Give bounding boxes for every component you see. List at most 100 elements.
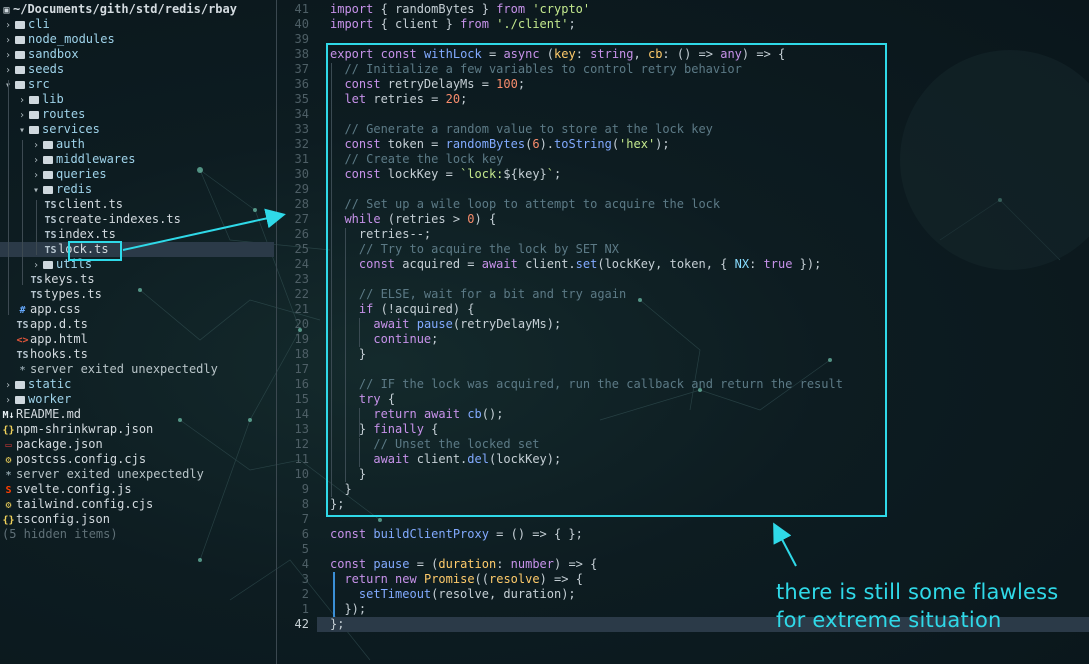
tree-file[interactable]: Ssvelte.config.js — [0, 482, 274, 497]
code-token: 'crypto' — [532, 2, 591, 16]
folder-icon — [43, 141, 53, 149]
tree-folder[interactable]: › worker — [0, 392, 274, 407]
chevron-down-icon[interactable]: ▾ — [16, 123, 28, 138]
code-line[interactable]: setTimeout(resolve, duration); — [330, 587, 576, 602]
line-number: 18 — [294, 347, 309, 361]
highlight-box-withlock-function — [326, 43, 887, 517]
code-token: import — [330, 17, 374, 31]
line-number: 33 — [294, 122, 309, 136]
line-number: 14 — [294, 407, 309, 421]
chevron-right-icon[interactable]: › — [30, 168, 42, 183]
chevron-right-icon[interactable]: › — [30, 138, 42, 153]
folder-icon — [43, 171, 53, 179]
tree-item-label: src — [28, 77, 50, 91]
tree-file[interactable]: # app.css — [0, 302, 274, 317]
line-number: 20 — [294, 317, 309, 331]
tree-folder[interactable]: › routes — [0, 107, 274, 122]
typescript-file-icon: TS — [44, 230, 57, 241]
tree-folder[interactable]: › lib — [0, 92, 274, 107]
tree-file[interactable]: ▭ package.json — [0, 437, 274, 452]
line-number: 24 — [294, 257, 309, 271]
tree-file[interactable]: TSlock.ts — [0, 242, 274, 257]
code-line[interactable]: const buildClientProxy = () => { }; — [330, 527, 583, 542]
tree-file[interactable]: TSkeys.ts — [0, 272, 274, 287]
tree-item-label: postcss.config.cjs — [16, 452, 147, 466]
explorer-root[interactable]: ▣ ~/Documents/gith/std/redis/rbay — [0, 2, 274, 17]
tree-file[interactable]: {}tsconfig.json — [0, 512, 274, 527]
chevron-right-icon[interactable]: › — [30, 153, 42, 168]
chevron-right-icon[interactable]: › — [30, 258, 42, 273]
tree-file[interactable]: TStypes.ts — [0, 287, 274, 302]
line-number: 7 — [301, 512, 309, 526]
line-number: 42 — [294, 617, 309, 631]
tree-folder[interactable]: ▾ redis — [0, 182, 274, 197]
tree-folder[interactable]: › node_modules — [0, 32, 274, 47]
code-token: = ( — [409, 557, 439, 571]
chevron-right-icon[interactable]: › — [2, 393, 14, 408]
tree-folder[interactable]: › utils — [0, 257, 274, 272]
tree-file[interactable]: {}npm-shrinkwrap.json — [0, 422, 274, 437]
tree-file[interactable]: TSapp.d.ts — [0, 317, 274, 332]
tree-folder[interactable]: › auth — [0, 137, 274, 152]
chevron-down-icon[interactable]: ▾ — [30, 183, 42, 198]
code-token: const — [330, 527, 367, 541]
tree-file[interactable]: TSindex.ts — [0, 227, 274, 242]
tree-file[interactable]: TScreate-indexes.ts — [0, 212, 274, 227]
folder-icon — [29, 111, 39, 119]
code-line[interactable]: return new Promise((resolve) => { — [330, 572, 583, 587]
code-line[interactable]: }; — [330, 617, 344, 632]
code-line[interactable]: import { randomBytes } from 'crypto' — [330, 2, 590, 17]
markdown-file-icon: M↓ — [2, 410, 15, 421]
tree-item-label: create-indexes.ts — [58, 212, 181, 226]
chevron-right-icon[interactable]: › — [2, 33, 14, 48]
code-indent-guide — [333, 572, 335, 617]
folder-icon — [43, 186, 53, 194]
chevron-right-icon[interactable]: › — [2, 18, 14, 33]
tree-folder[interactable]: ▾src — [0, 77, 274, 92]
tree-folder[interactable]: › sandbox — [0, 47, 274, 62]
tree-folder[interactable]: › queries — [0, 167, 274, 182]
config-file-icon: ⚙ — [5, 455, 12, 466]
line-number: 25 — [294, 242, 309, 256]
folder-open-icon: ▣ — [3, 5, 10, 16]
tree-item-label: app.d.ts — [30, 317, 88, 331]
tree-file[interactable]: <>app.html — [0, 332, 274, 347]
tree-item-label: auth — [56, 137, 85, 151]
chevron-right-icon[interactable]: › — [16, 108, 28, 123]
tree-item-label: package.json — [16, 437, 103, 451]
tree-file[interactable]: TSclient.ts — [0, 197, 274, 212]
code-line[interactable]: const pause = (duration: number) => { — [330, 557, 597, 572]
chevron-right-icon[interactable]: › — [2, 48, 14, 63]
line-number: 28 — [294, 197, 309, 211]
tree-item-label: worker — [28, 392, 72, 406]
chevron-right-icon[interactable]: › — [2, 378, 14, 393]
tree-folder[interactable]: › seeds — [0, 62, 274, 77]
chevron-right-icon[interactable]: › — [16, 93, 28, 108]
typescript-file-icon: TS — [44, 215, 57, 226]
code-token: ) => { — [539, 572, 583, 586]
tree-folder[interactable]: › static — [0, 377, 274, 392]
code-line[interactable]: import { client } from './client'; — [330, 17, 576, 32]
code-token: (( — [474, 572, 489, 586]
tree-file[interactable]: ⚙ tailwind.config.cjs — [0, 497, 274, 512]
highlight-box-lock-file — [68, 241, 122, 261]
tree-file[interactable]: M↓README.md — [0, 407, 274, 422]
html-file-icon: <> — [16, 335, 29, 346]
tree-file[interactable]: ⚙ postcss.config.cjs — [0, 452, 274, 467]
tree-folder[interactable]: › middlewares — [0, 152, 274, 167]
tree-item-label: keys.ts — [44, 272, 95, 286]
line-number: 11 — [294, 452, 309, 466]
line-number: 10 — [294, 467, 309, 481]
tree-folder[interactable]: › cli — [0, 17, 274, 32]
line-number: 4 — [301, 557, 309, 571]
line-number: 38 — [294, 47, 309, 61]
annotation-note-line2: for extreme situation — [776, 608, 1002, 632]
code-token: new — [395, 572, 417, 586]
svelte-file-icon: S — [5, 485, 12, 496]
chevron-right-icon[interactable]: › — [2, 63, 14, 78]
tree-file[interactable]: TShooks.ts — [0, 347, 274, 362]
code-token: number — [510, 557, 554, 571]
tree-folder[interactable]: ▾ services — [0, 122, 274, 137]
code-line[interactable]: }); — [330, 602, 366, 617]
code-token: duration — [438, 557, 497, 571]
